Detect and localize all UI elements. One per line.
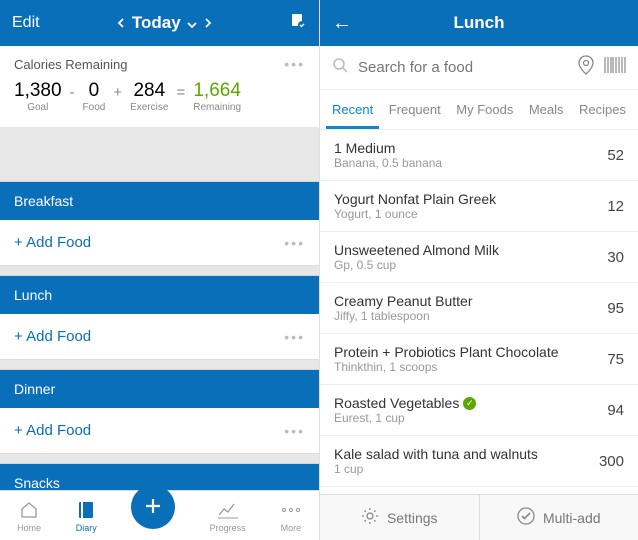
meal-header-breakfast[interactable]: Breakfast bbox=[0, 182, 319, 220]
food-row[interactable]: Unsweetened Almond MilkGp, 0.5 cup 30 bbox=[320, 232, 638, 283]
tab-diary[interactable]: Diary bbox=[75, 499, 97, 533]
diary-screen: Edit Today Calories Remaining ••• 1,380G… bbox=[0, 0, 320, 540]
more-icon bbox=[280, 499, 302, 521]
meal-options-icon[interactable]: ••• bbox=[284, 329, 305, 345]
date-dropdown-icon[interactable] bbox=[187, 13, 197, 33]
tab-home[interactable]: Home bbox=[17, 499, 41, 533]
food-subtitle: Yogurt, 1 ounce bbox=[334, 207, 496, 221]
food-row[interactable]: 1 MediumBanana, 0.5 banana 52 bbox=[320, 130, 638, 181]
food-name: Creamy Peanut Butter bbox=[334, 293, 473, 309]
plus-icon bbox=[142, 495, 164, 519]
progress-icon bbox=[217, 499, 239, 521]
calories-options-icon[interactable]: ••• bbox=[284, 56, 305, 72]
food-name: Unsweetened Almond Milk bbox=[334, 242, 499, 258]
food-calories: 300 bbox=[599, 453, 624, 470]
location-icon[interactable] bbox=[578, 55, 594, 80]
food-calories: 12 bbox=[607, 198, 624, 215]
screen-title: Lunch bbox=[362, 13, 596, 33]
tab-bar: Home Diary Progress More bbox=[0, 490, 319, 540]
lunch-screen: ← Lunch Recent Frequent My Foods Meals R… bbox=[320, 0, 638, 540]
meal-options-icon[interactable]: ••• bbox=[284, 423, 305, 439]
filter-frequent[interactable]: Frequent bbox=[383, 90, 447, 129]
remaining-value: 1,664 bbox=[193, 80, 241, 102]
add-food-breakfast[interactable]: + Add Food ••• bbox=[0, 220, 319, 266]
food-calories: 95 bbox=[607, 300, 624, 317]
calories-summary: Calories Remaining ••• 1,380Goal - 0Food… bbox=[0, 46, 319, 128]
add-food-lunch[interactable]: + Add Food ••• bbox=[0, 314, 319, 360]
search-icon bbox=[332, 57, 348, 78]
back-icon[interactable]: ← bbox=[332, 12, 362, 35]
complete-entry-icon[interactable] bbox=[289, 12, 307, 35]
verified-icon: ✓ bbox=[463, 397, 476, 410]
add-food-dinner[interactable]: + Add Food ••• bbox=[0, 408, 319, 454]
meal-header-dinner[interactable]: Dinner bbox=[0, 370, 319, 408]
filter-tabs: Recent Frequent My Foods Meals Recipes bbox=[320, 90, 638, 130]
meal-header-lunch[interactable]: Lunch bbox=[0, 276, 319, 314]
food-calories: 52 bbox=[607, 147, 624, 164]
goal-value: 1,380 bbox=[14, 80, 62, 102]
food-name: Yogurt Nonfat Plain Greek bbox=[334, 191, 496, 207]
prev-day-icon[interactable] bbox=[116, 13, 126, 33]
food-row[interactable]: Creamy Peanut ButterJiffy, 1 tablespoon 9… bbox=[320, 283, 638, 334]
food-row[interactable]: Yogurt Nonfat Plain GreekYogurt, 1 ounce… bbox=[320, 181, 638, 232]
home-icon bbox=[18, 499, 40, 521]
food-name: Kale salad with tuna and walnuts bbox=[334, 446, 538, 462]
search-row bbox=[320, 46, 638, 90]
food-name: 1 Medium bbox=[334, 140, 442, 156]
multiadd-button[interactable]: Multi-add bbox=[480, 495, 638, 540]
food-subtitle: Jiffy, 1 tablespoon bbox=[334, 309, 473, 323]
bottom-bar: Settings Multi-add bbox=[320, 494, 638, 540]
filter-recent[interactable]: Recent bbox=[326, 90, 379, 129]
food-calories: 94 bbox=[607, 402, 624, 419]
gear-icon bbox=[361, 507, 379, 528]
tab-progress[interactable]: Progress bbox=[210, 499, 246, 533]
check-circle-icon bbox=[517, 507, 535, 528]
food-subtitle: Thinkthin, 1 scoops bbox=[334, 360, 559, 374]
date-title[interactable]: Today bbox=[132, 13, 181, 33]
macro-chart-placeholder bbox=[0, 128, 319, 182]
food-subtitle: Gp, 0.5 cup bbox=[334, 258, 499, 272]
food-subtitle: 1 cup bbox=[334, 462, 538, 476]
diary-icon bbox=[75, 499, 97, 521]
food-row[interactable]: Protein + Probiotics Plant ChocolateThin… bbox=[320, 334, 638, 385]
food-name: Protein + Probiotics Plant Chocolate bbox=[334, 344, 559, 360]
filter-meals[interactable]: Meals bbox=[523, 90, 570, 129]
food-subtitle: Eurest, 1 cup bbox=[334, 411, 476, 425]
calories-remaining-label: Calories Remaining bbox=[14, 57, 127, 72]
food-row[interactable]: Roasted Vegetables ✓Eurest, 1 cup 94 bbox=[320, 385, 638, 436]
filter-recipes[interactable]: Recipes bbox=[573, 90, 632, 129]
food-name: Roasted Vegetables ✓ bbox=[334, 395, 476, 411]
filter-myfoods[interactable]: My Foods bbox=[450, 90, 519, 129]
food-calories: 75 bbox=[607, 351, 624, 368]
barcode-icon[interactable] bbox=[604, 57, 626, 78]
edit-button[interactable]: Edit bbox=[12, 14, 40, 32]
next-day-icon[interactable] bbox=[203, 13, 213, 33]
food-row[interactable]: Kale salad with tuna and walnuts1 cup 300 bbox=[320, 436, 638, 487]
tab-more[interactable]: More bbox=[280, 499, 302, 533]
lunch-header: ← Lunch bbox=[320, 0, 638, 46]
food-calories: 30 bbox=[607, 249, 624, 266]
food-value: 0 bbox=[89, 80, 100, 102]
diary-header: Edit Today bbox=[0, 0, 319, 46]
exercise-value: 284 bbox=[133, 80, 165, 102]
food-list: 1 MediumBanana, 0.5 banana 52 Yogurt Nonfa… bbox=[320, 130, 638, 540]
add-fab[interactable] bbox=[131, 485, 175, 529]
food-subtitle: Banana, 0.5 banana bbox=[334, 156, 442, 170]
settings-button[interactable]: Settings bbox=[320, 495, 480, 540]
meal-options-icon[interactable]: ••• bbox=[284, 235, 305, 251]
search-input[interactable] bbox=[358, 59, 568, 76]
